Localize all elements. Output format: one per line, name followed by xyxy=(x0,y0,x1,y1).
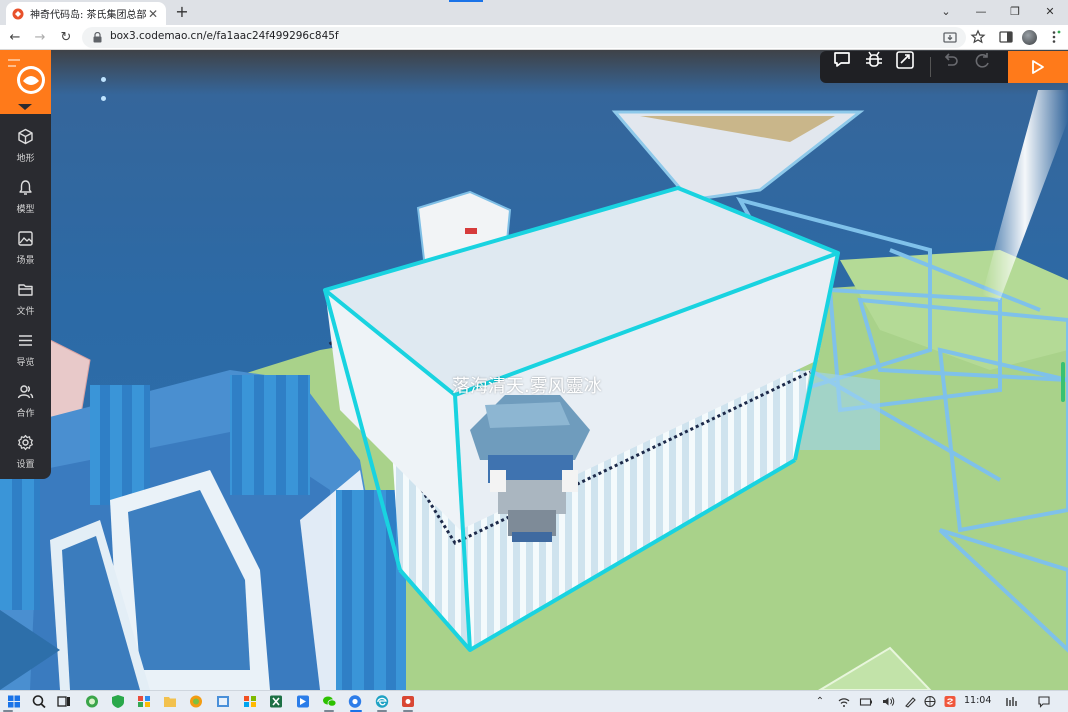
app-logo[interactable] xyxy=(0,50,51,114)
app-icon-grid[interactable] xyxy=(136,694,152,709)
cube-icon xyxy=(18,128,33,145)
wechat-icon[interactable] xyxy=(321,694,337,709)
search-icon[interactable] xyxy=(31,694,47,709)
app-icon-red[interactable] xyxy=(400,694,416,709)
redo-icon[interactable] xyxy=(972,51,992,69)
scene-render xyxy=(0,50,1068,690)
sogou-input-icon[interactable] xyxy=(943,694,957,709)
editor-toolbar xyxy=(820,51,1068,83)
tab-loading-indicator xyxy=(449,0,483,2)
chat-icon[interactable] xyxy=(832,51,852,69)
logo-icon xyxy=(8,59,45,110)
side-panel-icon[interactable] xyxy=(998,29,1014,45)
editor-sidebar: 地形 模型 场景 文件 导览 合作 设置 xyxy=(0,50,51,479)
sidebar-item-label: 文件 xyxy=(16,307,35,317)
bug-icon[interactable] xyxy=(864,51,884,69)
notification-icon[interactable] xyxy=(1037,694,1051,709)
close-window-button[interactable]: ✕ xyxy=(1039,3,1061,21)
marker-dot xyxy=(101,96,106,101)
menu-kebab-icon[interactable] xyxy=(1046,29,1062,45)
sidebar-item-model[interactable]: 模型 xyxy=(0,173,51,223)
wifi-icon[interactable] xyxy=(837,694,851,709)
play-button[interactable] xyxy=(1008,51,1068,83)
site-favicon-icon xyxy=(12,8,24,19)
ime-icon[interactable] xyxy=(923,694,937,709)
browser-toolbar: ← → ↻ box3.codemao.cn/e/fa1aac24f499296c… xyxy=(0,25,1068,50)
excel-icon[interactable] xyxy=(268,694,284,709)
profile-avatar[interactable] xyxy=(1022,30,1037,45)
app-icon-blue[interactable] xyxy=(295,694,311,709)
windows-start-icon[interactable] xyxy=(6,694,22,709)
sidebar-item-terrain[interactable]: 地形 xyxy=(0,122,51,172)
marker-dot xyxy=(101,77,106,82)
tray-chevron-up-icon[interactable]: ⌃ xyxy=(813,694,827,709)
app-icon-orange[interactable] xyxy=(188,694,204,709)
gear-icon xyxy=(18,434,33,451)
tab-close-icon[interactable]: ✕ xyxy=(146,7,160,21)
image-icon xyxy=(18,231,33,246)
file-explorer-icon[interactable] xyxy=(162,694,178,709)
sidebar-item-label: 导览 xyxy=(16,358,35,368)
battery-icon[interactable] xyxy=(859,694,873,709)
reload-button[interactable]: ↻ xyxy=(56,28,76,47)
sidebar-item-label: 场景 xyxy=(16,256,35,266)
expand-icon[interactable] xyxy=(895,51,915,69)
side-indicator xyxy=(1061,362,1065,402)
toolbar-separator xyxy=(930,57,931,77)
url-text: box3.codemao.cn/e/fa1aac24f499296c845f xyxy=(110,30,339,42)
lock-icon xyxy=(93,32,102,43)
install-app-icon[interactable] xyxy=(942,30,958,45)
chrome-icon[interactable] xyxy=(347,694,363,709)
new-tab-button[interactable]: + xyxy=(172,3,192,22)
sidebar-item-scene[interactable]: 场景 xyxy=(0,224,51,274)
3d-viewport[interactable]: 落海清天.雾风靈冰 地形 模型 场景 文件 导览 合作 设置 xyxy=(0,50,1068,690)
play-icon xyxy=(1032,60,1044,74)
player-name-label: 落海清天.雾风靈冰 xyxy=(452,376,602,397)
sidebar-item-settings[interactable]: 设置 xyxy=(0,428,51,478)
sidebar-item-label: 合作 xyxy=(16,409,35,419)
clock: 11:04 xyxy=(964,695,992,706)
sidebar-item-collaborate[interactable]: 合作 xyxy=(0,377,51,427)
screen: 神奇代码岛: 茶氏集团总部 ✕ + ⌄ — ❐ ✕ ← → ↻ box3.cod… xyxy=(0,0,1068,712)
sidebar-item-navigation[interactable]: 导览 xyxy=(0,326,51,376)
address-bar[interactable]: box3.codemao.cn/e/fa1aac24f499296c845f xyxy=(82,27,966,48)
forward-button[interactable]: → xyxy=(30,28,50,47)
app-icon-window[interactable] xyxy=(215,694,231,709)
sidebar-item-label: 地形 xyxy=(16,154,35,164)
volume-icon[interactable] xyxy=(881,694,895,709)
task-view-icon[interactable] xyxy=(56,694,72,709)
edge-icon[interactable] xyxy=(374,694,390,709)
performance-icon[interactable] xyxy=(1005,694,1019,709)
sidebar-item-label: 设置 xyxy=(16,460,35,470)
pen-icon[interactable] xyxy=(903,694,917,709)
minimize-button[interactable]: — xyxy=(970,3,992,21)
browser-tab-bar: 神奇代码岛: 茶氏集团总部 ✕ + ⌄ — ❐ ✕ xyxy=(0,0,1068,25)
app-icon-green[interactable] xyxy=(84,694,100,709)
os-taskbar: ⌃ 11:04 xyxy=(0,690,1068,712)
browser-tab[interactable]: 神奇代码岛: 茶氏集团总部 ✕ xyxy=(6,2,166,25)
sidebar-item-files[interactable]: 文件 xyxy=(0,275,51,325)
security-shield-icon[interactable] xyxy=(110,694,126,709)
back-button[interactable]: ← xyxy=(5,28,25,47)
store-icon[interactable] xyxy=(242,694,258,709)
sidebar-item-label: 模型 xyxy=(16,205,35,215)
tab-search-icon[interactable]: ⌄ xyxy=(935,3,957,21)
bookmark-star-icon[interactable] xyxy=(970,29,986,45)
undo-icon[interactable] xyxy=(941,51,961,69)
list-icon xyxy=(19,335,32,346)
tab-title: 神奇代码岛: 茶氏集团总部 xyxy=(30,10,146,21)
restore-button[interactable]: ❐ xyxy=(1004,3,1026,21)
folder-icon xyxy=(18,284,33,296)
users-icon xyxy=(17,385,34,399)
bell-icon xyxy=(19,180,32,195)
